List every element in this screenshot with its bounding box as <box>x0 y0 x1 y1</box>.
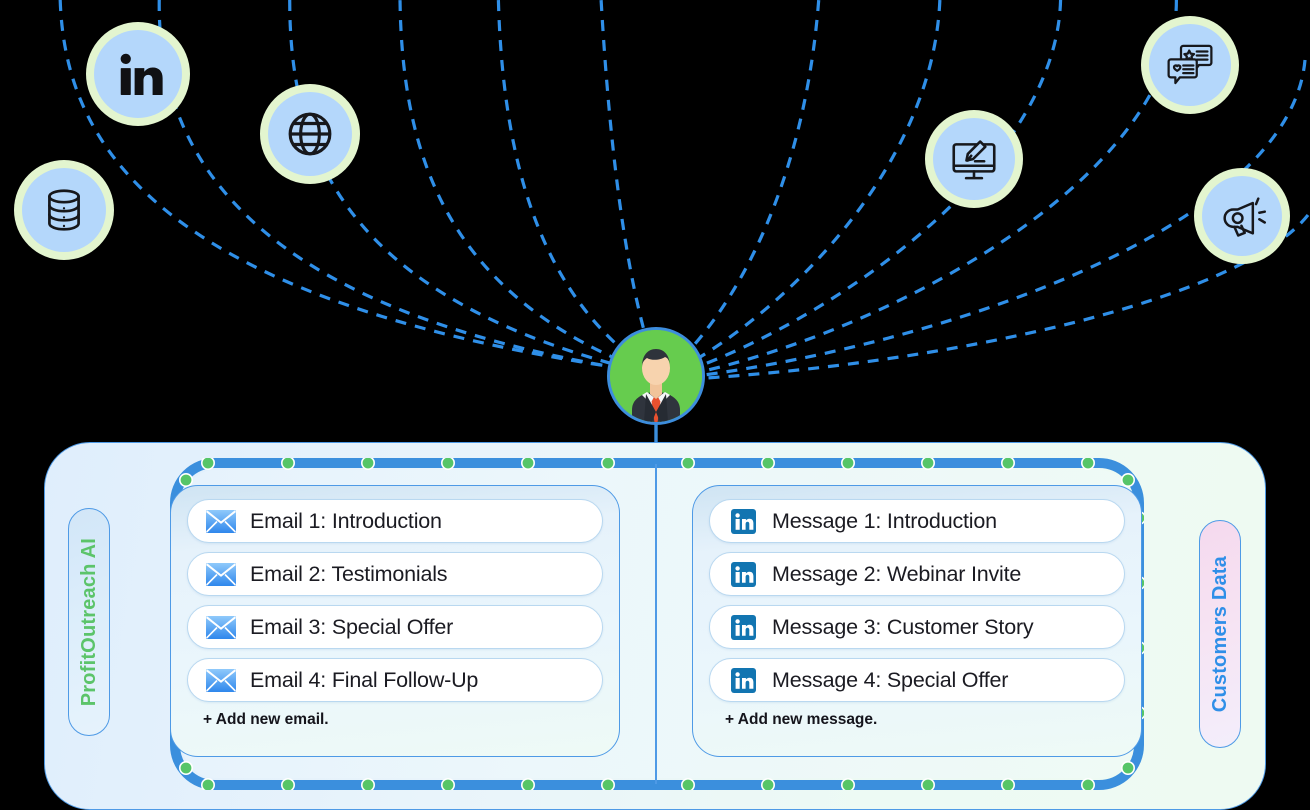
connector-curve-10 <box>669 0 1178 380</box>
connector-curve-2 <box>157 0 651 375</box>
email-row-label: Email 4: Final Follow-Up <box>250 667 479 692</box>
message-row-label: Message 1: Introduction <box>772 508 997 533</box>
profitoutreach-ai-label: ProfitOutreach AI <box>68 508 110 736</box>
source-badge-linkedin[interactable]: LinkedIn <box>86 22 190 126</box>
connector-curve-3 <box>288 0 653 376</box>
avatar-illustration <box>610 330 702 422</box>
globe-icon <box>288 112 332 156</box>
customers-data-label: Customers Data <box>1199 520 1241 748</box>
envelope-icon <box>206 614 236 640</box>
source-badge-marketing[interactable]: Marketing <box>1194 168 1290 264</box>
linkedin-icon <box>728 508 758 534</box>
connector-curve-4 <box>398 0 655 376</box>
linkedin-icon <box>728 667 758 693</box>
email-row-4[interactable]: Email 4: Final Follow-Up <box>187 658 603 702</box>
email-row-1[interactable]: Email 1: Introduction <box>187 499 603 543</box>
email-row-label: Email 1: Introduction <box>250 508 442 533</box>
linkedin-icon <box>728 561 758 587</box>
column-divider <box>655 464 657 784</box>
connector-curve-7 <box>662 0 821 377</box>
megaphone-icon <box>1223 197 1266 237</box>
database-icon <box>48 189 80 231</box>
message-row-label: Message 3: Customer Story <box>772 614 1034 639</box>
profitoutreach-ai-text: ProfitOutreach AI <box>77 537 100 707</box>
email-row-3[interactable]: Email 3: Special Offer <box>187 605 603 649</box>
message-row-1[interactable]: Message 1: Introduction <box>709 499 1125 543</box>
email-row-label: Email 2: Testimonials <box>250 561 448 586</box>
customers-data-text: Customers Data <box>1208 555 1231 713</box>
customer-avatar[interactable]: Customer <box>607 327 705 425</box>
email-row-label: Email 3: Special Offer <box>250 614 454 639</box>
badge-inner: Content <box>933 118 1015 200</box>
email-sequence-column: Email 1: Introduction Email 2: Testimoni… <box>170 485 620 757</box>
add-new-email-link[interactable]: + Add new email. <box>203 711 603 729</box>
envelope-icon <box>206 667 236 693</box>
connector-curve-5 <box>496 0 657 377</box>
badge-inner: Database <box>22 168 106 252</box>
message-row-2[interactable]: Message 2: Webinar Invite <box>709 552 1125 596</box>
badge-inner: Marketing <box>1202 176 1282 256</box>
connector-curve-6 <box>599 0 660 376</box>
message-row-label: Message 4: Special Offer <box>772 667 1009 692</box>
source-badge-content[interactable]: Content <box>925 110 1023 208</box>
add-new-message-link[interactable]: + Add new message. <box>725 711 1125 729</box>
badge-inner: LinkedIn <box>94 30 182 118</box>
message-row-label: Message 2: Webinar Invite <box>772 561 1022 586</box>
badge-inner: Website <box>268 92 352 176</box>
message-row-4[interactable]: Message 4: Special Offer <box>709 658 1125 702</box>
message-row-3[interactable]: Message 3: Customer Story <box>709 605 1125 649</box>
linkedin-icon <box>120 53 163 95</box>
connector-curve-8 <box>665 0 942 378</box>
diagram-canvas: Database LinkedIn Website <box>0 0 1310 810</box>
chat-review-icon <box>1167 44 1213 85</box>
source-badge-website[interactable]: Website <box>260 84 360 184</box>
email-row-2[interactable]: Email 2: Testimonials <box>187 552 603 596</box>
source-badge-reviews[interactable]: Reviews <box>1141 16 1239 114</box>
badge-inner: Reviews <box>1149 24 1231 106</box>
envelope-icon <box>206 508 236 534</box>
source-badge-database[interactable]: Database <box>14 160 114 260</box>
envelope-icon <box>206 561 236 587</box>
monitor-pencil-icon <box>952 140 996 180</box>
linkedin-sequence-column: Message 1: Introduction Message 2: Webin… <box>692 485 1142 757</box>
linkedin-icon <box>728 614 758 640</box>
